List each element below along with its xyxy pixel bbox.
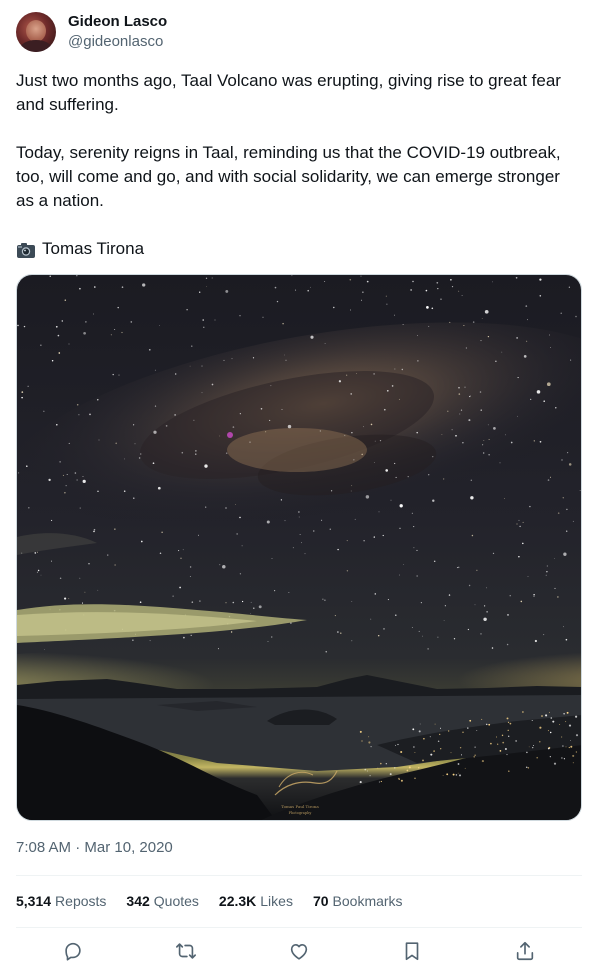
reposts-stat[interactable]: 5,314 Reposts [16, 889, 106, 913]
likes-count[interactable]: 22.3K [219, 889, 256, 913]
timestamp-date[interactable]: Mar 10, 2020 [84, 839, 172, 856]
repost-button[interactable] [169, 936, 203, 966]
author-display-name[interactable]: Gideon Lasco [68, 12, 167, 32]
share-icon [517, 941, 534, 961]
divider [16, 927, 582, 928]
avatar[interactable] [16, 12, 56, 52]
timestamp-time[interactable]: 7:08 AM [16, 839, 71, 856]
bookmark-button[interactable] [395, 936, 429, 966]
like-button[interactable] [282, 936, 316, 966]
engagement-stats: 5,314 Reposts 342 Quotes 22.3K Likes 70 … [16, 889, 423, 913]
bookmarks-count[interactable]: 70 [313, 889, 329, 913]
tweet-photo[interactable]: Tomas Paul Tirona Photography [16, 274, 582, 821]
quotes-stat[interactable]: 342 Quotes [126, 889, 199, 913]
photo-credit-line: Tomas Tirona [16, 237, 582, 261]
tweet-text: Just two months ago, Taal Volcano was er… [16, 69, 582, 261]
likes-stat[interactable]: 22.3K Likes [219, 889, 293, 913]
author-names: Gideon Lasco @gideonlasco [68, 12, 167, 52]
reposts-label[interactable]: Reposts [55, 889, 106, 913]
likes-label[interactable]: Likes [260, 889, 293, 913]
watermark-line-2: Photography [289, 811, 312, 815]
quotes-count[interactable]: 342 [126, 889, 149, 913]
repost-icon [175, 943, 196, 959]
reposts-count[interactable]: 5,314 [16, 889, 51, 913]
quotes-label[interactable]: Quotes [154, 889, 199, 913]
watermark-line-1: Tomas Paul Tirona [281, 804, 319, 809]
divider [16, 875, 582, 876]
tweet-paragraph-1: Just two months ago, Taal Volcano was er… [16, 71, 561, 114]
share-button[interactable] [508, 936, 542, 966]
night-sky-photo: Tomas Paul Tirona Photography [17, 275, 581, 820]
reply-button[interactable] [56, 936, 90, 966]
tweet: Gideon Lasco @gideonlasco Just two month… [0, 0, 598, 974]
tweet-timestamp[interactable]: 7:08 AM · Mar 10, 2020 [16, 836, 173, 860]
tweet-paragraph-2: Today, serenity reigns in Taal, remindin… [16, 143, 561, 210]
reply-icon [64, 942, 81, 961]
bookmarks-stat[interactable]: 70 Bookmarks [313, 889, 403, 913]
bookmark-icon [405, 942, 419, 961]
tweet-header: Gideon Lasco @gideonlasco [16, 12, 167, 52]
timestamp-separator: · [75, 839, 81, 856]
author-handle[interactable]: @gideonlasco [68, 32, 167, 52]
action-bar [16, 936, 582, 966]
camera-icon [16, 241, 36, 259]
photo-credit-name: Tomas Tirona [42, 239, 145, 258]
bookmarks-label[interactable]: Bookmarks [333, 889, 403, 913]
like-icon [290, 944, 308, 960]
